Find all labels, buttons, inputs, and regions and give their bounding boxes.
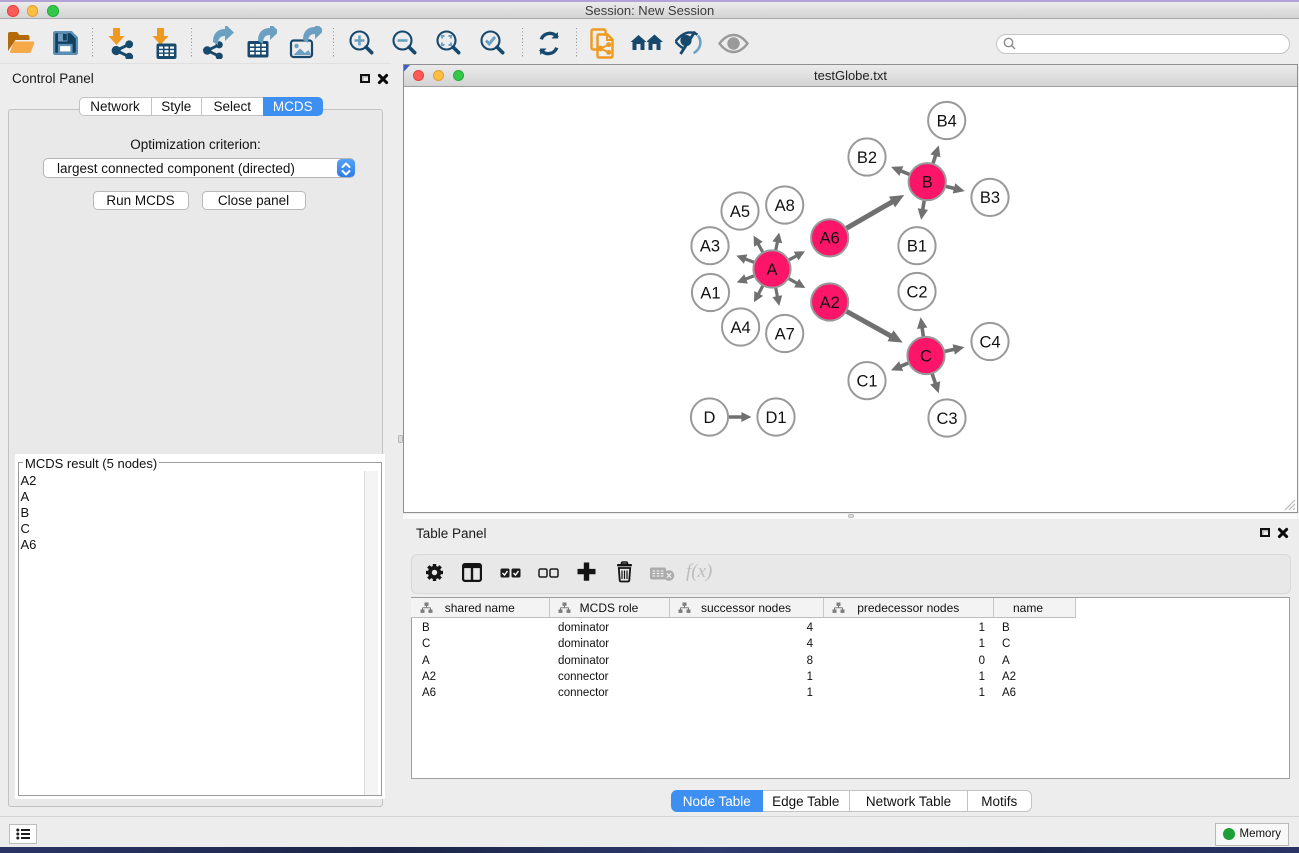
svg-text:A6: A6 bbox=[820, 230, 840, 248]
svg-text:D1: D1 bbox=[765, 409, 786, 427]
svg-text:B3: B3 bbox=[980, 189, 1000, 207]
svg-text:A7: A7 bbox=[775, 325, 795, 343]
svg-text:C2: C2 bbox=[906, 283, 927, 301]
svg-text:C3: C3 bbox=[936, 410, 957, 428]
svg-text:A3: A3 bbox=[700, 238, 720, 256]
svg-text:A: A bbox=[766, 261, 777, 279]
svg-text:B: B bbox=[922, 174, 933, 192]
svg-text:D: D bbox=[704, 409, 716, 427]
svg-text:A2: A2 bbox=[820, 294, 840, 312]
svg-text:B2: B2 bbox=[857, 149, 877, 167]
svg-text:A5: A5 bbox=[730, 203, 750, 221]
svg-text:B4: B4 bbox=[937, 112, 957, 130]
svg-text:C4: C4 bbox=[979, 333, 1000, 351]
svg-text:A8: A8 bbox=[775, 197, 795, 215]
svg-text:B1: B1 bbox=[907, 238, 927, 256]
svg-text:A4: A4 bbox=[731, 319, 751, 337]
svg-text:C1: C1 bbox=[856, 372, 877, 390]
svg-text:C: C bbox=[920, 347, 932, 365]
svg-text:A1: A1 bbox=[700, 284, 720, 302]
